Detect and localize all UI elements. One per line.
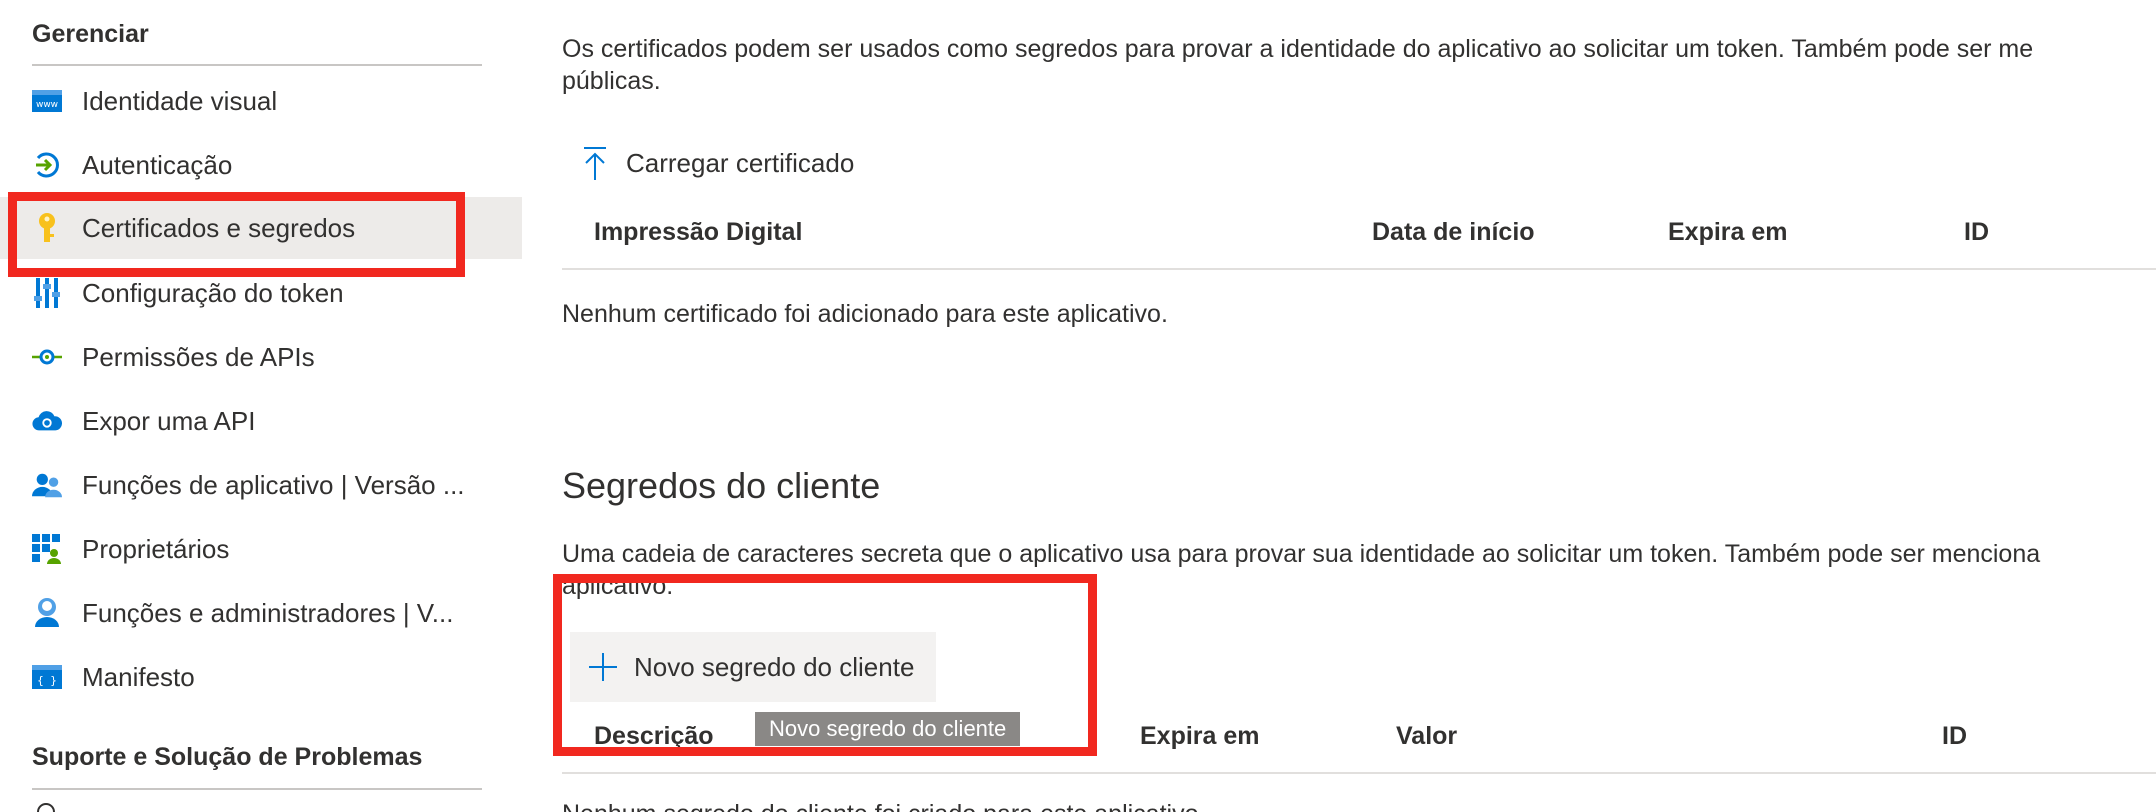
support-section-header: Suporte e Solução de Problemas [32, 743, 423, 771]
authentication-icon [32, 150, 62, 180]
sidebar-item-label: Funções e administradores | V... [82, 597, 454, 628]
column-header-thumbprint[interactable]: Impressão Digital [594, 218, 802, 247]
table-divider [562, 268, 2156, 270]
certificates-empty-message: Nenhum certificado foi adicionado para e… [562, 300, 1168, 328]
sidebar-item-label: Configuração do token [82, 277, 344, 308]
svg-text:www: www [36, 100, 58, 110]
section-divider [32, 788, 482, 790]
sidebar-item-label: Identidade visual [82, 85, 278, 116]
upload-certificate-button[interactable]: Carregar certificado [562, 128, 876, 198]
section-divider [32, 64, 482, 66]
partial-icon [34, 798, 58, 812]
table-divider [562, 772, 2156, 774]
sidebar-item-label: Proprietários [82, 533, 230, 564]
sidebar-item-label: Autenticação [82, 149, 233, 180]
secrets-description: Uma cadeia de caracteres secreta que o a… [562, 540, 2041, 568]
api-permissions-icon [32, 342, 62, 372]
svg-text:{ }: { } [37, 674, 57, 687]
sidebar-item-branding[interactable]: www Identidade visual [0, 70, 522, 132]
column-header-expires[interactable]: Expira em [1140, 722, 1260, 751]
sidebar-item-expose-api[interactable]: Expor uma API [0, 390, 522, 452]
sidebar-item-roles-admins[interactable]: Funções e administradores | V... [0, 582, 522, 644]
cloud-api-icon [32, 406, 62, 436]
sidebar-item-label: Permissões de APIs [82, 341, 315, 372]
new-client-secret-button[interactable]: Novo segredo do cliente [570, 632, 937, 702]
token-config-icon [32, 278, 62, 308]
sidebar-nav: Gerenciar www Identidade visual Autentic… [0, 0, 522, 812]
column-header-id[interactable]: ID [1964, 218, 1989, 247]
plus-icon [586, 650, 620, 684]
roles-admins-icon [32, 598, 62, 628]
key-icon [32, 213, 62, 243]
main-content: Os certificados podem ser usados como se… [562, 0, 2156, 812]
column-header-description[interactable]: Descrição [594, 722, 714, 751]
branding-icon: www [32, 86, 62, 116]
sidebar-item-certificates-secrets[interactable]: Certificados e segredos [0, 197, 522, 259]
manifest-icon: { } [32, 662, 62, 692]
certificates-description-cont: públicas. [562, 67, 661, 95]
sidebar-item-app-roles[interactable]: Funções de aplicativo | Versão ... [0, 454, 522, 516]
new-secret-tooltip: Novo segredo do cliente [755, 712, 1021, 746]
new-client-secret-label: Novo segredo do cliente [634, 651, 915, 682]
owners-icon [32, 534, 62, 564]
column-header-expires[interactable]: Expira em [1668, 218, 1788, 247]
sidebar-item-token-config[interactable]: Configuração do token [0, 262, 522, 324]
manage-section-header: Gerenciar [32, 20, 149, 48]
sidebar-item-owners[interactable]: Proprietários [0, 518, 522, 580]
column-header-id[interactable]: ID [1942, 722, 1967, 751]
app-roles-icon [32, 470, 62, 500]
client-secrets-title: Segredos do cliente [562, 465, 881, 506]
sidebar-item-manifest[interactable]: { } Manifesto [0, 646, 522, 708]
sidebar-item-authentication[interactable]: Autenticação [0, 134, 522, 196]
sidebar-item-label: Funções de aplicativo | Versão ... [82, 469, 465, 500]
secrets-empty-message: Nenhum segredo do cliente foi criado par… [562, 800, 1205, 812]
sidebar-item-api-permissions[interactable]: Permissões de APIs [0, 326, 522, 388]
sidebar-item-label: Certificados e segredos [82, 212, 356, 243]
upload-certificate-label: Carregar certificado [626, 147, 855, 178]
upload-icon [578, 146, 612, 180]
column-header-start-date[interactable]: Data de início [1372, 218, 1535, 247]
secrets-description-cont: aplicativo. [562, 572, 674, 600]
column-header-value[interactable]: Valor [1396, 722, 1457, 751]
sidebar-item-label: Manifesto [82, 661, 195, 692]
sidebar-item-label: Expor uma API [82, 405, 256, 436]
certificates-description: Os certificados podem ser usados como se… [562, 35, 2034, 63]
